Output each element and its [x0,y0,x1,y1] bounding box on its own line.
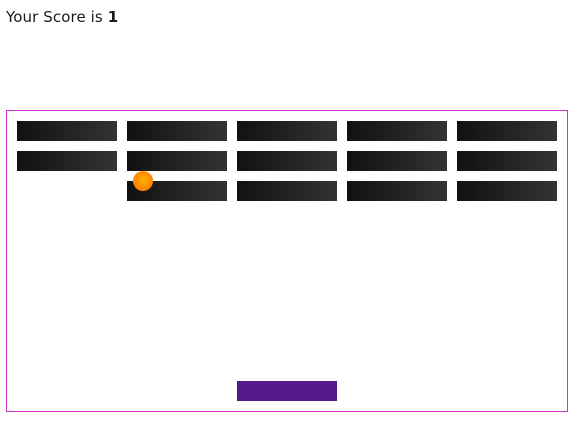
brick [457,181,557,201]
brick [127,121,227,141]
score-value: 1 [107,8,119,26]
score-display: Your Score is 1 [6,8,118,26]
ball [133,171,153,191]
brick [17,151,117,171]
brick [237,151,337,171]
paddle[interactable] [237,381,337,401]
brick [237,181,337,201]
brick [17,121,117,141]
brick [237,121,337,141]
game-board[interactable] [6,110,568,412]
brick [347,151,447,171]
brick [127,151,227,171]
brick [347,181,447,201]
score-label: Your Score is [6,8,103,26]
brick [347,121,447,141]
brick [457,121,557,141]
brick [457,151,557,171]
